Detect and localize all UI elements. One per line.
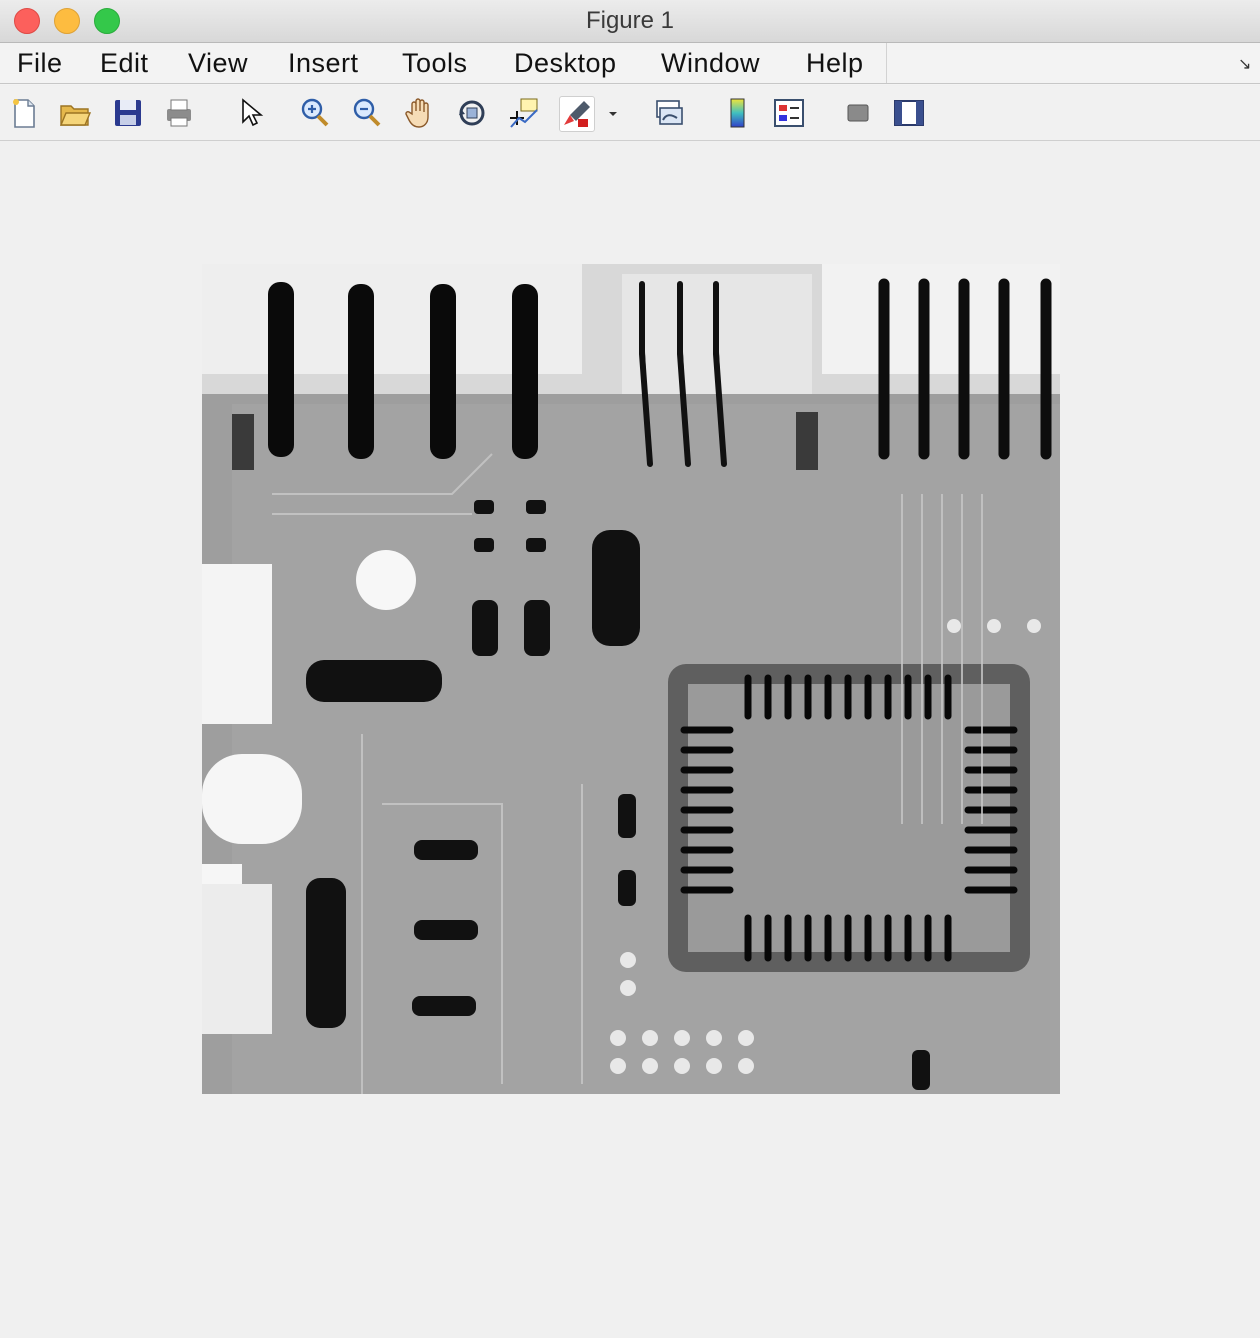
new-figure-icon[interactable] — [7, 96, 41, 130]
window-title: Figure 1 — [585, 7, 675, 34]
menu-window[interactable]: Window — [661, 48, 760, 79]
menu-view[interactable]: View — [188, 48, 248, 79]
image-display[interactable] — [202, 264, 1060, 1094]
hide-plot-tools-icon[interactable] — [841, 96, 875, 130]
show-plot-tools-icon[interactable] — [892, 96, 926, 130]
dock-figure-icon[interactable]: ↘ — [1238, 54, 1251, 74]
menu-help[interactable]: Help — [806, 48, 864, 79]
colorbar-icon[interactable] — [721, 96, 755, 130]
menu-desktop[interactable]: Desktop — [514, 48, 617, 79]
link-plot-icon[interactable] — [652, 96, 686, 130]
window-titlebar: Figure 1 — [0, 0, 1260, 43]
legend-icon[interactable] — [772, 96, 806, 130]
pan-hand-icon[interactable] — [403, 96, 437, 130]
menubar-bottom-divider — [0, 83, 1260, 84]
save-icon[interactable] — [111, 96, 145, 130]
open-file-icon[interactable] — [58, 96, 92, 130]
rotate-3d-icon[interactable] — [455, 96, 489, 130]
circuit-board-xray-image — [202, 264, 1060, 1094]
brush-dropdown-icon[interactable] — [603, 96, 623, 130]
brush-icon[interactable] — [559, 96, 595, 132]
menu-file[interactable]: File — [17, 48, 63, 79]
menubar-divider — [886, 43, 887, 83]
menu-edit[interactable]: Edit — [100, 48, 149, 79]
data-cursor-icon[interactable] — [507, 96, 541, 130]
edit-plot-arrow-icon[interactable] — [233, 96, 267, 130]
zoom-in-icon[interactable] — [298, 96, 332, 130]
menu-tools[interactable]: Tools — [402, 48, 468, 79]
print-icon[interactable] — [162, 96, 196, 130]
zoom-out-icon[interactable] — [350, 96, 384, 130]
menu-insert[interactable]: Insert — [288, 48, 359, 79]
